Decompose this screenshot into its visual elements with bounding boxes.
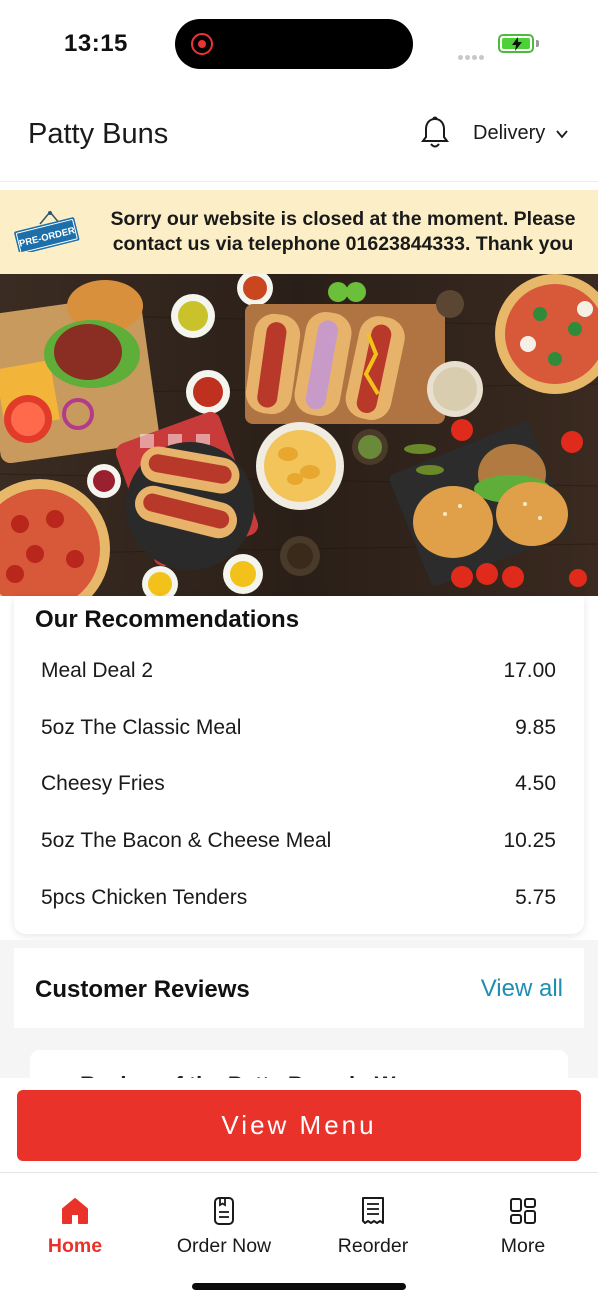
home-icon <box>62 1198 88 1224</box>
nav-item-order-now[interactable]: Order Now <box>159 1191 289 1261</box>
page-title: Patty Buns <box>28 118 169 150</box>
nav-item-home[interactable]: Home <box>10 1191 140 1261</box>
item-name: 5pcs Chicken Tenders <box>41 886 248 909</box>
status-bar: 13:15 <box>0 0 598 90</box>
recommendation-item[interactable]: Meal Deal 2 17.00 <box>41 651 556 691</box>
receipt-icon <box>362 1197 384 1224</box>
closed-notice-message: Sorry our website is closed at the momen… <box>110 208 576 255</box>
item-price: 5.75 <box>515 886 556 909</box>
view-menu-button[interactable]: View Menu <box>17 1090 581 1161</box>
recommendation-item[interactable]: 5pcs Chicken Tenders 5.75 <box>41 878 556 918</box>
nav-item-more[interactable]: More <box>458 1191 588 1261</box>
signal-icon <box>458 47 488 60</box>
hero-food-image <box>0 274 598 596</box>
item-price: 10.25 <box>503 829 556 852</box>
dynamic-island <box>175 19 413 69</box>
item-price: 9.85 <box>515 716 556 739</box>
recommendation-item[interactable]: Cheesy Fries 4.50 <box>41 764 556 804</box>
recommendations-card: Our Recommendations Meal Deal 2 17.00 5o… <box>14 596 584 934</box>
item-price: 4.50 <box>515 772 556 795</box>
nav-label: More <box>500 1235 546 1257</box>
reviews-header: Customer Reviews View all <box>14 948 584 1028</box>
recommendation-item[interactable]: 5oz The Bacon & Cheese Meal 10.25 <box>41 821 556 861</box>
item-name: 5oz The Bacon & Cheese Meal <box>41 829 332 852</box>
battery-charging-icon <box>498 34 534 53</box>
battery-tip <box>536 40 539 47</box>
nav-label: Reorder <box>337 1235 409 1257</box>
nav-item-reorder[interactable]: Reorder <box>308 1191 438 1261</box>
chevron-down-icon <box>556 129 568 138</box>
order-icon <box>214 1197 234 1225</box>
order-type-label: Delivery <box>473 122 546 144</box>
recommendations-title: Our Recommendations <box>35 606 300 633</box>
view-menu-container: View Menu <box>0 1078 598 1172</box>
item-name: Cheesy Fries <box>41 772 165 795</box>
bottom-nav: Home Order Now Reorder More <box>0 1172 598 1300</box>
home-indicator <box>192 1283 406 1290</box>
recording-icon <box>191 33 213 55</box>
app-header: Patty Buns Delivery <box>0 90 598 182</box>
nav-label: Order Now <box>176 1235 272 1257</box>
view-all-reviews-link[interactable]: View all <box>481 975 563 1003</box>
grid-icon <box>510 1198 536 1224</box>
order-type-selector[interactable]: Delivery <box>473 122 569 145</box>
item-name: 5oz The Classic Meal <box>41 716 242 739</box>
status-time: 13:15 <box>64 30 128 57</box>
item-price: 17.00 <box>503 659 556 682</box>
bell-icon[interactable] <box>421 116 449 150</box>
reviews-title: Customer Reviews <box>35 976 250 1003</box>
recommendation-item[interactable]: 5oz The Classic Meal 9.85 <box>41 708 556 748</box>
closed-notice-banner: PRE-ORDER Sorry our website is closed at… <box>0 190 598 274</box>
pre-order-sign-icon: PRE-ORDER <box>14 211 80 252</box>
nav-label: Home <box>47 1235 103 1257</box>
item-name: Meal Deal 2 <box>41 659 154 682</box>
